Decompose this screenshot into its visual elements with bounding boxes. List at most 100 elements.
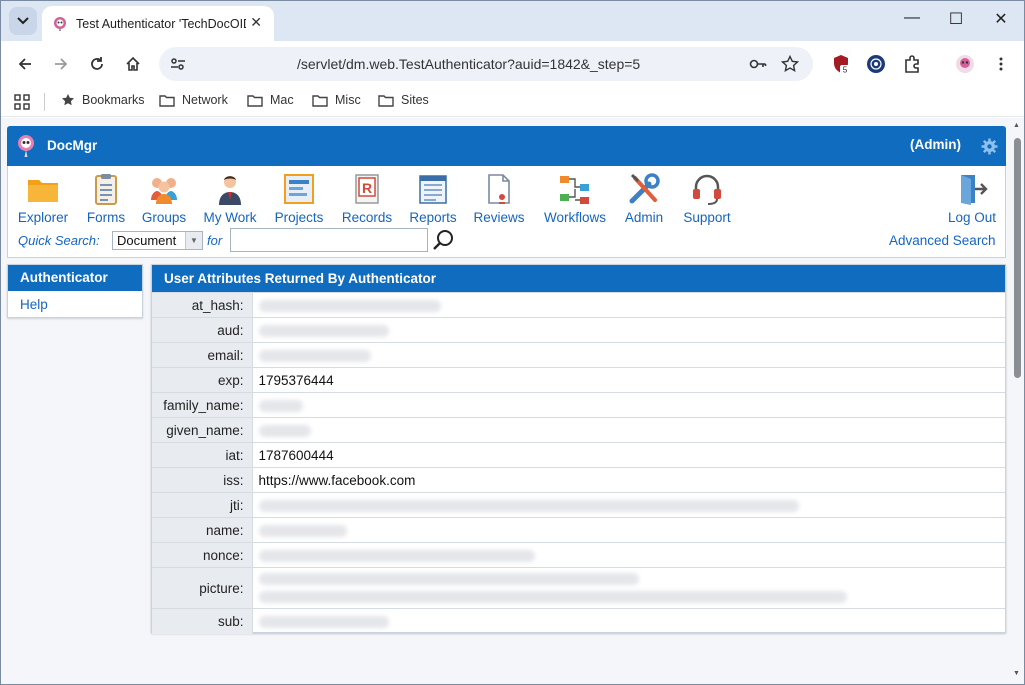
globe-extension-icon[interactable] <box>866 54 886 74</box>
back-button[interactable] <box>13 52 37 76</box>
advanced-search-link[interactable]: Advanced Search <box>889 233 996 248</box>
reload-button[interactable] <box>85 52 109 76</box>
redacted-value <box>258 549 535 562</box>
headset-icon <box>693 174 721 205</box>
folder-icon <box>28 180 58 202</box>
attribute-key: jti: <box>152 492 253 518</box>
shield-extension-icon[interactable]: 5 <box>831 54 851 74</box>
bookmark-label: Misc <box>335 93 361 107</box>
attribute-value: https://www.facebook.com <box>252 467 1005 493</box>
nav-label: Forms <box>86 210 126 225</box>
tab-close-icon[interactable]: ✕ <box>250 14 262 31</box>
table-row: family_name: <box>152 392 1005 418</box>
redacted-value <box>258 324 389 337</box>
bookmarks-bar: Bookmarks Network Mac Misc Sites <box>1 87 1024 117</box>
scroll-thumb[interactable] <box>1014 138 1021 378</box>
folder-outline-icon <box>312 94 328 107</box>
tab-title: Test Authenticator 'TechDocOIDC <box>76 16 246 31</box>
redacted-value <box>258 424 311 437</box>
table-row: name: <box>152 517 1005 543</box>
sidebar: Authenticator Help <box>7 264 143 318</box>
attribute-value <box>252 517 1005 543</box>
home-button[interactable] <box>121 52 145 76</box>
svg-text:R: R <box>362 180 372 196</box>
profile-avatar-icon[interactable] <box>955 54 975 74</box>
page-content: DocMgr (Admin) Explorer Forms Groups My … <box>1 118 1011 684</box>
redacted-value <box>258 573 639 585</box>
nav-label: Reviews <box>473 210 525 225</box>
page-scrollbar[interactable]: ▲ ▼ <box>1011 118 1024 684</box>
bookmark-bookmarks[interactable]: Bookmarks <box>61 93 145 107</box>
group-icon <box>151 178 177 204</box>
attribute-value <box>252 317 1005 343</box>
redacted-value <box>258 591 847 603</box>
nav-label: Projects <box>274 210 324 225</box>
key-icon[interactable] <box>749 55 767 73</box>
nav-support[interactable]: Support <box>676 172 738 225</box>
table-row: sub: <box>152 608 1005 634</box>
apps-grid-icon[interactable] <box>14 94 30 110</box>
sidebar-item-help[interactable]: Help <box>8 291 142 312</box>
attribute-key: at_hash: <box>152 292 253 318</box>
scroll-down-icon[interactable]: ▼ <box>1013 670 1020 677</box>
minimize-button[interactable]: — <box>889 9 935 27</box>
table-row: nonce: <box>152 542 1005 568</box>
gear-icon[interactable] <box>981 138 998 155</box>
reports-icon <box>419 175 447 204</box>
nav-my-work[interactable]: My Work <box>200 172 260 225</box>
reload-icon <box>91 57 103 70</box>
nav-explorer[interactable]: Explorer <box>14 172 72 225</box>
bookmark-mac[interactable]: Mac <box>247 93 294 107</box>
docmgr-favicon-icon <box>54 16 66 31</box>
bookmark-network[interactable]: Network <box>159 93 228 107</box>
browser-toolbar: /servlet/dm.web.TestAuthenticator?auid=1… <box>1 41 1024 87</box>
nav-records[interactable]: R Records <box>338 172 396 225</box>
nav-reports[interactable]: Reports <box>406 172 460 225</box>
app-header: DocMgr (Admin) <box>7 126 1006 166</box>
nav-reviews[interactable]: Reviews <box>470 172 528 225</box>
maximize-button[interactable]: ☐ <box>933 9 979 29</box>
attribute-value <box>252 392 1005 418</box>
quick-search-label: Quick Search: <box>18 233 100 248</box>
forward-button[interactable] <box>49 52 73 76</box>
window-close-button[interactable]: ✕ <box>978 9 1024 29</box>
bookmark-sites[interactable]: Sites <box>378 93 429 107</box>
bookmark-label: Mac <box>270 93 294 107</box>
browser-menu-button[interactable] <box>989 52 1013 76</box>
attributes-panel: User Attributes Returned By Authenticato… <box>151 264 1006 634</box>
nav-workflows[interactable]: Workflows <box>538 172 612 225</box>
redacted-value <box>258 499 799 512</box>
quick-search-for-label: for <box>207 233 223 248</box>
attribute-key: family_name: <box>152 392 253 418</box>
attributes-table: at_hash: aud: email: exp: 1795376444 fami… <box>152 292 1005 634</box>
nav-groups[interactable]: Groups <box>138 172 190 225</box>
nav-label: Groups <box>141 210 187 225</box>
nav-admin[interactable]: Admin <box>620 172 668 225</box>
attribute-value <box>252 492 1005 518</box>
puzzle-icon[interactable] <box>902 54 922 74</box>
user-role-label: (Admin) <box>910 137 961 152</box>
logout-label: Log Out <box>947 210 997 225</box>
search-icon[interactable] <box>432 228 456 252</box>
scroll-up-icon[interactable]: ▲ <box>1013 122 1020 129</box>
tab-search-button[interactable] <box>9 7 37 35</box>
nav-projects[interactable]: Projects <box>270 172 328 225</box>
nav-forms[interactable]: Forms <box>82 172 130 225</box>
panel-title: User Attributes Returned By Authenticato… <box>152 265 1005 292</box>
redacted-value <box>258 399 303 412</box>
attribute-value <box>252 292 1005 318</box>
bookmark-label: Bookmarks <box>82 93 145 107</box>
search-type-select[interactable]: Document ▼ <box>112 231 203 250</box>
site-info-icon <box>171 58 185 70</box>
logout-icon <box>961 175 988 205</box>
attribute-key: email: <box>152 342 253 368</box>
app-name: DocMgr <box>47 138 98 153</box>
redacted-value <box>258 524 347 537</box>
logout-button[interactable]: Log Out <box>944 172 1000 225</box>
url-text: /servlet/dm.web.TestAuthenticator?auid=1… <box>297 56 641 72</box>
star-icon[interactable] <box>781 55 799 73</box>
bookmark-misc[interactable]: Misc <box>312 93 361 107</box>
quick-search-input[interactable] <box>230 228 428 252</box>
browser-tab-active[interactable]: Test Authenticator 'TechDocOIDC ✕ <box>42 6 274 41</box>
address-bar[interactable]: /servlet/dm.web.TestAuthenticator?auid=1… <box>159 47 813 81</box>
